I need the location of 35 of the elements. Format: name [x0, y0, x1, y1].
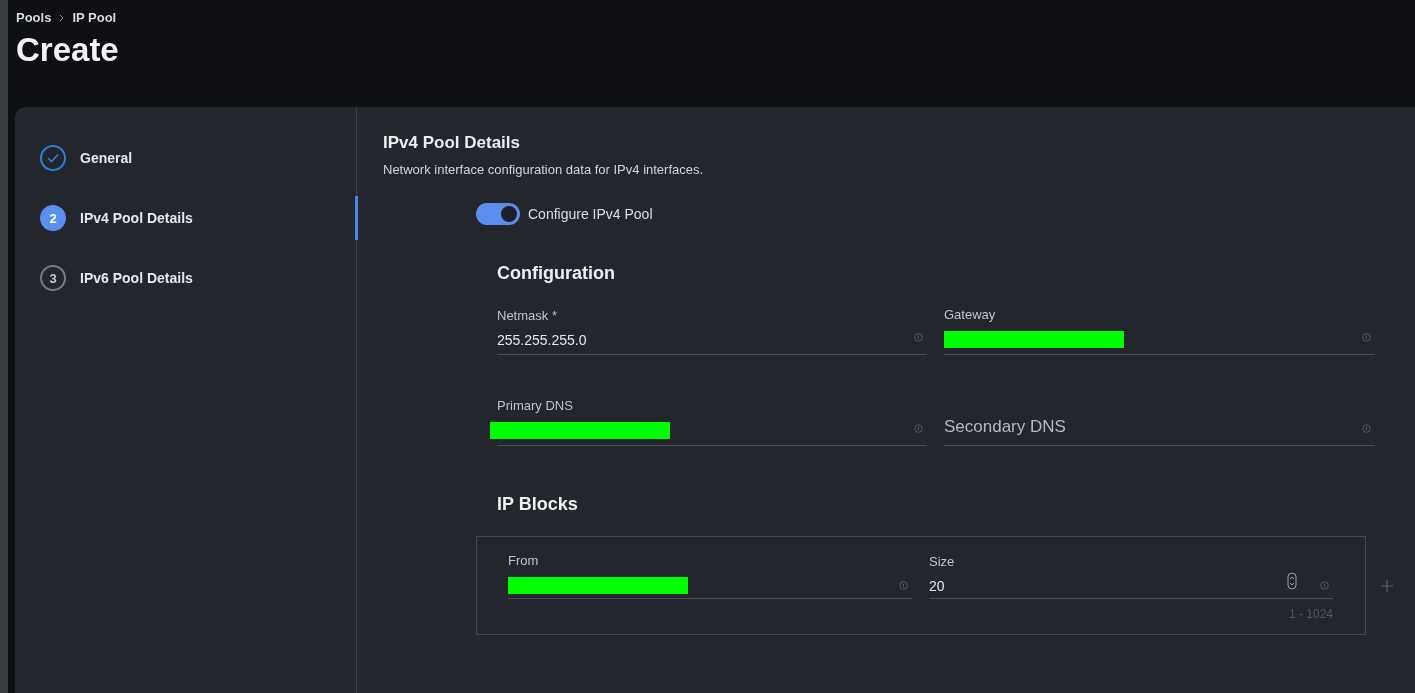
- check-icon: [47, 153, 59, 163]
- step-marker: 3: [40, 265, 66, 291]
- section-title: IPv4 Pool Details: [383, 133, 521, 153]
- section-description: Network interface configuration data for IPv4 interfaces.: [383, 162, 705, 177]
- field-label: Netmask *: [497, 308, 557, 323]
- page-title: Create: [16, 31, 120, 69]
- breadcrumb-item: IP Pool: [72, 10, 117, 25]
- ip-blocks-heading: IP Blocks: [497, 494, 579, 515]
- field-value: 20: [929, 578, 945, 594]
- field-label: Gateway: [944, 307, 996, 322]
- info-icon[interactable]: [899, 581, 908, 590]
- input-field[interactable]: From: [508, 551, 912, 599]
- field-placeholder: Secondary DNS: [944, 417, 1066, 437]
- info-icon[interactable]: [914, 424, 923, 433]
- breadcrumb-item[interactable]: Pools: [16, 10, 52, 25]
- step-marker: 2: [40, 205, 66, 231]
- toggle-label: Configure IPv4 Pool: [528, 206, 653, 222]
- toggle-switch[interactable]: [476, 203, 520, 225]
- info-icon[interactable]: [914, 333, 923, 342]
- add-icon[interactable]: [1380, 579, 1394, 593]
- info-icon[interactable]: [1320, 581, 1329, 590]
- input-field[interactable]: Secondary DNS: [944, 391, 1375, 446]
- field-label: From: [508, 553, 539, 568]
- info-icon[interactable]: [1362, 333, 1371, 342]
- chevron-icon: [59, 13, 65, 22]
- input-field[interactable]: Netmask * 255.255.255.0: [497, 300, 927, 355]
- input-field[interactable]: Gateway: [944, 300, 1375, 355]
- field-label: Primary DNS: [497, 398, 573, 413]
- field-value: 255.255.255.0: [497, 332, 587, 348]
- field-label: Size: [929, 554, 955, 569]
- number-field[interactable]: Size 20: [929, 551, 1333, 599]
- stepper-icon[interactable]: [1287, 572, 1297, 590]
- input-field[interactable]: Primary DNS: [497, 391, 927, 446]
- info-icon[interactable]: [1362, 424, 1371, 433]
- configuration-heading: Configuration: [497, 263, 616, 284]
